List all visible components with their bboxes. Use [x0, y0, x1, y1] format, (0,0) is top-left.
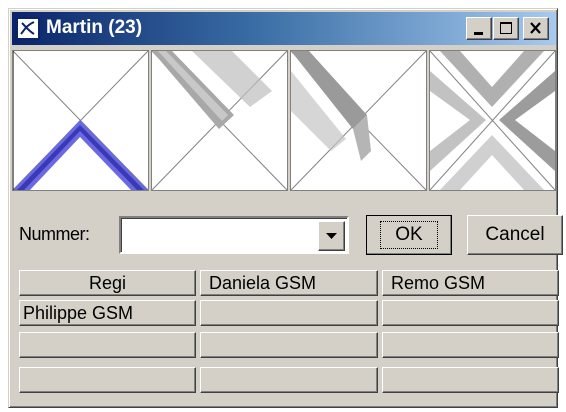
- contact-button-r2c0[interactable]: [19, 332, 196, 358]
- contact-button-r0c2[interactable]: Remo GSM: [382, 270, 559, 296]
- contact-button-r3c2[interactable]: [382, 367, 559, 393]
- contact-button-r1c1[interactable]: [200, 300, 378, 326]
- number-label: Nummer:: [19, 224, 90, 244]
- close-icon: [530, 22, 541, 34]
- app-icon: [16, 17, 40, 40]
- close-button[interactable]: [523, 17, 549, 40]
- ok-button[interactable]: OK: [366, 215, 452, 255]
- minimize-button[interactable]: [466, 17, 492, 40]
- number-input[interactable]: [123, 220, 313, 250]
- contact-button-r1c2[interactable]: [382, 300, 559, 326]
- contact-button-r0c0[interactable]: Regi: [19, 270, 196, 296]
- thumbnail-gray-top-left[interactable]: [151, 50, 288, 191]
- thumbnail-gray-four-sides[interactable]: [429, 50, 556, 191]
- number-combobox[interactable]: [119, 216, 349, 254]
- minimize-icon: [474, 32, 483, 35]
- contact-button-r3c0[interactable]: [19, 367, 196, 393]
- contact-button-r2c1[interactable]: [200, 332, 378, 358]
- contact-button-r1c0[interactable]: Philippe GSM: [19, 300, 196, 326]
- cancel-button[interactable]: Cancel: [467, 215, 563, 255]
- dropdown-arrow-icon: [326, 233, 337, 239]
- thumbnail-gray-left[interactable]: [290, 50, 427, 191]
- contact-button-r2c2[interactable]: [382, 332, 559, 358]
- maximize-button[interactable]: [493, 17, 519, 40]
- contact-grid: Regi Daniela GSM Remo GSM Philippe GSM: [19, 270, 559, 410]
- thumbnail-blue-bottom[interactable]: [12, 50, 149, 191]
- maximize-icon: [500, 22, 512, 34]
- ok-button-label: OK: [380, 221, 438, 249]
- contact-button-r3c1[interactable]: [200, 367, 378, 393]
- frame-thumbnails: [12, 50, 556, 191]
- contact-button-r0c1[interactable]: Daniela GSM: [200, 270, 378, 296]
- title-bar[interactable]: Martin (23): [12, 12, 556, 45]
- window-title: Martin (23): [46, 17, 143, 38]
- dropdown-button[interactable]: [318, 221, 345, 251]
